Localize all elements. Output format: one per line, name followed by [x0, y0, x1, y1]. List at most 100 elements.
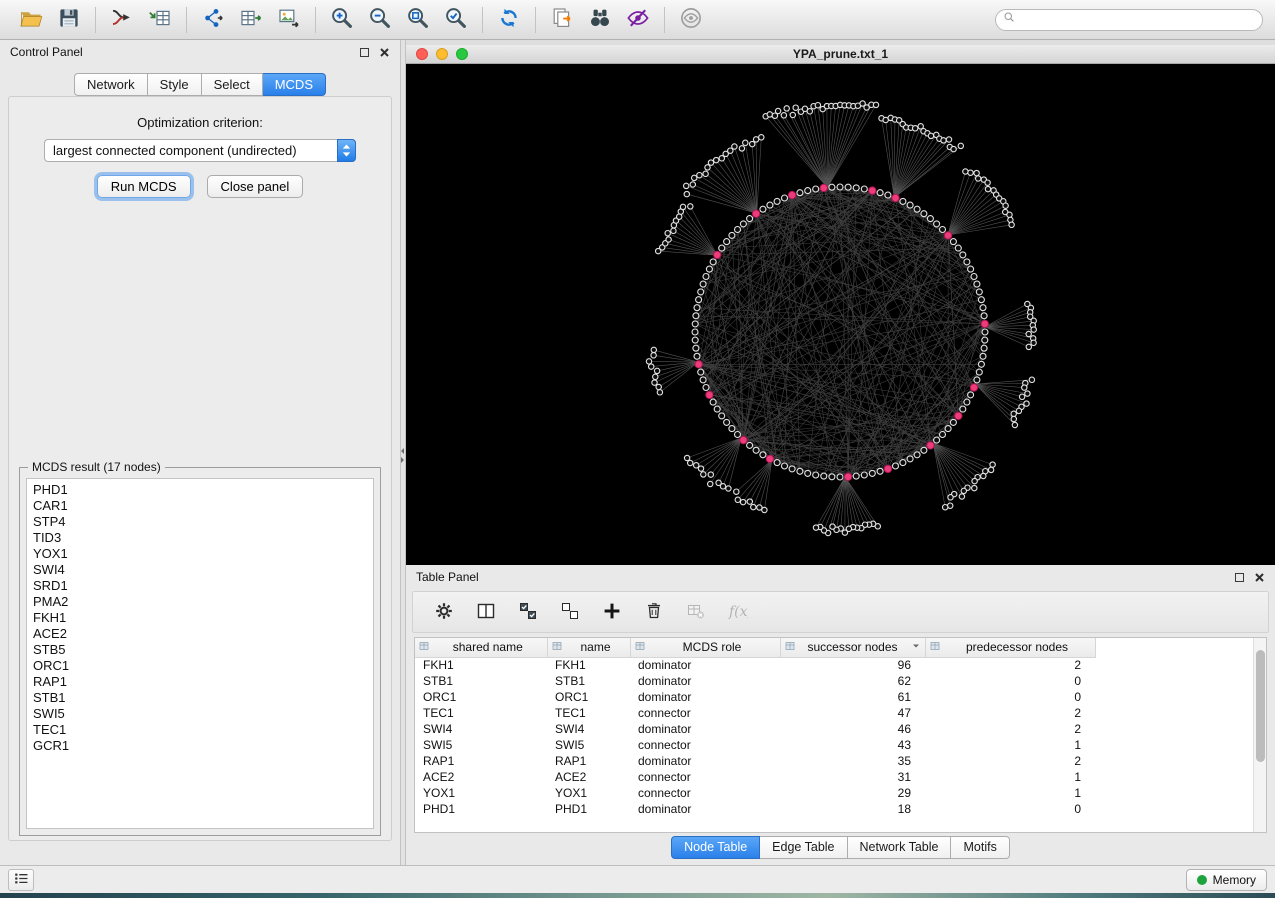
memory-button[interactable]: Memory	[1186, 869, 1267, 891]
float-table-panel-icon[interactable]	[1235, 573, 1244, 582]
select-all-button[interactable]	[515, 599, 541, 625]
column-header-shared-name[interactable]: shared name	[415, 638, 547, 657]
mcds-result-item[interactable]: SRD1	[33, 578, 367, 594]
control-panel-title: Control Panel	[10, 45, 83, 59]
refresh-view-button[interactable]	[490, 4, 528, 36]
cell-shared-name: ACE2	[415, 769, 547, 785]
zoom-fit-icon	[406, 6, 430, 33]
tab-style[interactable]: Style	[148, 73, 202, 96]
tab-edge-table[interactable]: Edge Table	[760, 836, 847, 859]
mcds-result-item[interactable]: STB1	[33, 690, 367, 706]
import-table-icon	[148, 6, 172, 33]
mcds-result-item[interactable]: YOX1	[33, 546, 367, 562]
table-row[interactable]: SWI5SWI5connector431	[415, 737, 1095, 753]
scrollbar-thumb[interactable]	[1256, 650, 1265, 762]
search-box[interactable]	[995, 9, 1263, 31]
network-window-titlebar[interactable]: YPA_prune.txt_1	[406, 45, 1275, 64]
column-header-predecessor-nodes[interactable]: predecessor nodes	[925, 638, 1095, 657]
zoom-out-button[interactable]	[361, 4, 399, 36]
add-row-button[interactable]	[599, 599, 625, 625]
hide-details-button[interactable]	[619, 4, 657, 36]
table-row[interactable]: TEC1TEC1connector472	[415, 705, 1095, 721]
cell-name: PHD1	[547, 801, 630, 817]
cell-predecessor-nodes: 1	[925, 737, 1095, 753]
function-builder-button[interactable]: f(x)	[725, 599, 751, 625]
mcds-result-item[interactable]: PMA2	[33, 594, 367, 610]
mcds-result-item[interactable]: ACE2	[33, 626, 367, 642]
network-graph[interactable]	[406, 64, 1275, 565]
table-row[interactable]: PHD1PHD1dominator180	[415, 801, 1095, 817]
splitter-grip-icon[interactable]	[401, 448, 405, 463]
mcds-result-item[interactable]: CAR1	[33, 498, 367, 514]
network-canvas[interactable]	[406, 64, 1275, 565]
gear-button[interactable]	[431, 599, 457, 625]
tab-network[interactable]: Network	[74, 73, 148, 96]
column-header-mcds-role[interactable]: MCDS role	[630, 638, 780, 657]
tab-select[interactable]: Select	[202, 73, 263, 96]
import-network-button[interactable]	[103, 4, 141, 36]
close-panel-button[interactable]: Close panel	[207, 175, 304, 198]
table-row[interactable]: ACE2ACE2connector311	[415, 769, 1095, 785]
show-details-button[interactable]	[672, 4, 710, 36]
zoom-selected-button[interactable]	[437, 4, 475, 36]
mcds-result-item[interactable]: TID3	[33, 530, 367, 546]
table-row[interactable]: FKH1FKH1dominator962	[415, 657, 1095, 673]
tab-mcds[interactable]: MCDS	[263, 73, 326, 96]
deselect-all-button[interactable]	[557, 599, 583, 625]
table-row[interactable]: STB1STB1dominator620	[415, 673, 1095, 689]
close-window-icon[interactable]	[416, 48, 428, 60]
float-panel-icon[interactable]	[360, 48, 369, 57]
mcds-result-item[interactable]: PHD1	[33, 482, 367, 498]
table-row[interactable]: ORC1ORC1dominator610	[415, 689, 1095, 705]
search-input[interactable]	[1023, 13, 1258, 27]
table-row[interactable]: YOX1YOX1connector291	[415, 785, 1095, 801]
cell-mcds-role: connector	[630, 737, 780, 753]
zoom-fit-button[interactable]	[399, 4, 437, 36]
maximize-window-icon[interactable]	[456, 48, 468, 60]
open-session-button[interactable]	[12, 4, 50, 36]
zoom-in-button[interactable]	[323, 4, 361, 36]
mcds-result-item[interactable]: SWI4	[33, 562, 367, 578]
mcds-result-item[interactable]: TEC1	[33, 722, 367, 738]
cell-predecessor-nodes: 1	[925, 785, 1095, 801]
mcds-result-item[interactable]: FKH1	[33, 610, 367, 626]
column-header-name[interactable]: name	[547, 638, 630, 657]
tab-motifs[interactable]: Motifs	[951, 836, 1009, 859]
status-bar: Memory	[0, 865, 1275, 893]
close-table-panel-icon[interactable]	[1254, 572, 1265, 583]
control-panel-tabs: NetworkStyleSelectMCDS	[0, 73, 400, 96]
run-mcds-button[interactable]: Run MCDS	[97, 175, 191, 198]
delete-row-button[interactable]	[641, 599, 667, 625]
mcds-result-item[interactable]: SWI5	[33, 706, 367, 722]
export-table-button[interactable]	[232, 4, 270, 36]
import-table-button[interactable]	[141, 4, 179, 36]
mcds-result-item[interactable]: RAP1	[33, 674, 367, 690]
column-header-successor-nodes[interactable]: successor nodes	[780, 638, 925, 657]
mcds-result-item[interactable]: STB5	[33, 642, 367, 658]
table-scrollbar[interactable]	[1253, 638, 1266, 832]
sort-icon	[635, 640, 645, 654]
columns-button[interactable]	[473, 599, 499, 625]
optimization-criterion-select[interactable]: largest connected component (undirected)	[44, 139, 356, 162]
cell-shared-name: STB1	[415, 673, 547, 689]
find-binoculars-button[interactable]	[581, 4, 619, 36]
export-network-button[interactable]	[194, 4, 232, 36]
list-menu-icon	[13, 870, 30, 890]
status-menu-button[interactable]	[8, 869, 34, 891]
mcds-result-item[interactable]: STP4	[33, 514, 367, 530]
save-session-button[interactable]	[50, 4, 88, 36]
tab-node-table[interactable]: Node Table	[671, 836, 760, 859]
table-row[interactable]: RAP1RAP1dominator352	[415, 753, 1095, 769]
cell-shared-name: PHD1	[415, 801, 547, 817]
close-panel-icon[interactable]	[379, 47, 390, 58]
delete-table-button[interactable]	[683, 599, 709, 625]
export-image-button[interactable]	[270, 4, 308, 36]
mcds-result-item[interactable]: GCR1	[33, 738, 367, 754]
clone-network-button[interactable]	[543, 4, 581, 36]
mcds-result-item[interactable]: ORC1	[33, 658, 367, 674]
minimize-window-icon[interactable]	[436, 48, 448, 60]
table-row[interactable]: SWI4SWI4dominator462	[415, 721, 1095, 737]
tab-network-table[interactable]: Network Table	[848, 836, 952, 859]
sort-icon	[552, 640, 562, 654]
column-menu-icon[interactable]	[911, 640, 921, 654]
